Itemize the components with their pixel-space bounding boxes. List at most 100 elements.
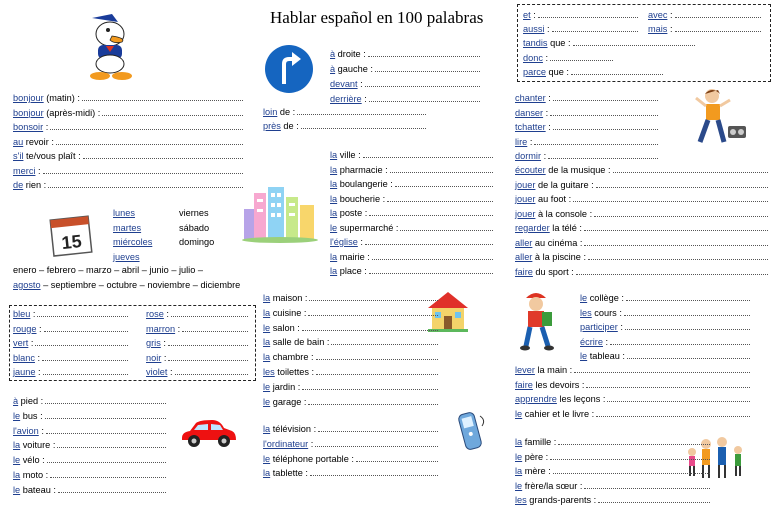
answer-line[interactable] [367, 48, 480, 57]
answer-line[interactable] [387, 193, 493, 202]
answer-line[interactable] [572, 37, 695, 46]
answer-line[interactable] [374, 63, 480, 72]
answer-line[interactable] [389, 164, 493, 173]
transport-item: la moto : [13, 469, 166, 481]
answer-line[interactable] [364, 78, 480, 87]
answer-line[interactable] [168, 352, 248, 361]
answer-line[interactable] [626, 350, 750, 359]
answer-line[interactable] [573, 193, 768, 202]
answer-line[interactable] [170, 308, 248, 317]
vocab-word: chanter [515, 93, 546, 103]
answer-line[interactable] [315, 351, 438, 361]
answer-line[interactable] [174, 366, 248, 375]
answer-line[interactable] [318, 423, 438, 432]
answer-line[interactable] [331, 336, 438, 346]
answer-line[interactable] [300, 120, 426, 129]
answer-line[interactable] [167, 337, 248, 346]
answer-line[interactable] [394, 178, 493, 187]
answer-line[interactable] [44, 410, 166, 419]
answer-line[interactable] [551, 23, 638, 32]
answer-line[interactable] [607, 393, 750, 402]
colors-item: jaune : [13, 366, 128, 378]
answer-line[interactable] [45, 395, 166, 404]
answer-line[interactable] [552, 465, 710, 474]
answer-line[interactable] [102, 107, 243, 116]
vocab-label: boulangerie : [337, 179, 393, 189]
answer-line[interactable] [558, 436, 710, 445]
answer-line[interactable] [674, 23, 761, 32]
answer-line[interactable] [316, 366, 438, 375]
answer-line[interactable] [50, 121, 243, 130]
answer-line[interactable] [537, 9, 638, 18]
answer-line[interactable] [37, 308, 128, 317]
answer-line[interactable] [48, 179, 243, 188]
answer-line[interactable] [548, 150, 658, 159]
answer-line[interactable] [552, 121, 658, 130]
answer-line[interactable] [550, 52, 613, 61]
answer-line[interactable] [57, 439, 166, 449]
answer-line[interactable] [82, 150, 243, 159]
answer-line[interactable] [309, 292, 438, 301]
answer-line[interactable] [42, 352, 128, 361]
answer-line[interactable] [364, 236, 493, 245]
vocab-word: rouge [13, 323, 37, 334]
answer-line[interactable] [595, 179, 768, 188]
answer-line[interactable] [550, 107, 658, 116]
answer-line[interactable] [50, 469, 166, 478]
answer-line[interactable] [302, 381, 438, 390]
answer-line[interactable] [623, 307, 750, 316]
answer-line[interactable] [534, 136, 658, 145]
answer-line[interactable] [309, 467, 438, 477]
answer-line[interactable] [355, 453, 438, 462]
answer-line[interactable] [598, 494, 710, 503]
vocab-word: mais [648, 24, 668, 34]
answer-line[interactable] [584, 480, 710, 489]
answer-line[interactable] [45, 425, 166, 434]
answer-line[interactable] [57, 484, 166, 493]
day-weekend: viernes [179, 208, 209, 218]
answer-line[interactable] [594, 208, 768, 217]
answer-line[interactable] [297, 106, 426, 115]
answer-line[interactable] [586, 379, 750, 388]
answer-line[interactable] [624, 321, 750, 330]
answer-line[interactable] [35, 337, 128, 346]
answer-line[interactable] [570, 66, 663, 75]
answer-line[interactable] [371, 251, 493, 260]
answer-line[interactable] [612, 164, 768, 173]
answer-line[interactable] [81, 92, 243, 101]
vocab-word: les [580, 307, 592, 318]
answer-line[interactable] [42, 165, 243, 174]
vocab-label: maison : [270, 293, 308, 303]
answer-line[interactable] [301, 322, 438, 331]
answer-line[interactable] [308, 307, 438, 316]
answer-line[interactable] [400, 222, 493, 231]
answer-line[interactable] [625, 292, 750, 301]
answer-line[interactable] [308, 396, 438, 405]
answer-line[interactable] [584, 237, 768, 246]
answer-line[interactable] [596, 408, 750, 417]
answer-line[interactable] [588, 251, 768, 260]
answer-line[interactable] [574, 364, 750, 373]
months-rest: – septiembre – octubre – noviembre – dic… [40, 280, 241, 290]
answer-line[interactable] [610, 336, 750, 345]
answer-line[interactable] [550, 451, 710, 460]
family-item: les grands-parents : [515, 494, 710, 506]
answer-line[interactable] [43, 323, 128, 332]
answer-line[interactable] [369, 207, 493, 216]
answer-line[interactable] [55, 136, 243, 145]
answer-line[interactable] [42, 366, 128, 375]
vocab-label: gauche : [335, 64, 373, 74]
answer-line[interactable] [46, 454, 166, 464]
answer-line[interactable] [583, 222, 768, 231]
connectors-item: tandis que : [523, 37, 695, 49]
answer-line[interactable] [368, 93, 480, 102]
transport-item: le vélo : [13, 454, 166, 466]
answer-line[interactable] [552, 92, 658, 101]
answer-line[interactable] [182, 323, 248, 332]
answer-line[interactable] [368, 265, 493, 274]
answer-line[interactable] [315, 438, 438, 447]
answer-line[interactable] [674, 9, 761, 18]
answer-line[interactable] [362, 149, 493, 158]
answer-line[interactable] [575, 266, 768, 275]
vocab-label: : [35, 165, 41, 176]
